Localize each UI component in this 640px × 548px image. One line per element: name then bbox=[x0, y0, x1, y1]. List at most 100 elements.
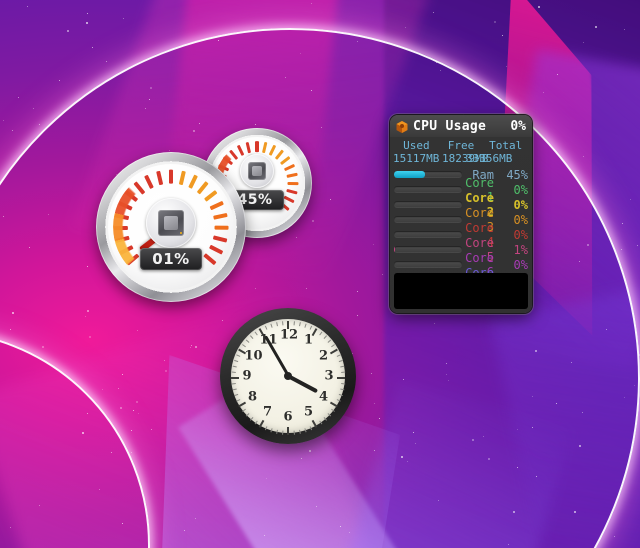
memory-chip-core bbox=[251, 165, 263, 177]
clock-minute-tick bbox=[323, 417, 327, 421]
cpu-core-bar bbox=[394, 261, 462, 268]
clock-minute-tick bbox=[281, 321, 283, 326]
star-dot bbox=[621, 249, 623, 251]
star-dot bbox=[373, 450, 375, 452]
star-dot bbox=[87, 310, 90, 313]
clock-minute-tick bbox=[309, 426, 312, 431]
star-dot bbox=[623, 397, 625, 399]
star-dot bbox=[321, 127, 323, 129]
star-dot bbox=[86, 413, 88, 415]
clock-minute-tick bbox=[309, 325, 312, 330]
clock-minute-tick bbox=[339, 388, 344, 391]
clock-minute-tick bbox=[254, 331, 258, 336]
cpu-core-value: 0% bbox=[513, 212, 528, 227]
cpu-core-value: 0% bbox=[513, 257, 528, 272]
star-dot bbox=[131, 430, 133, 432]
star-dot bbox=[536, 476, 538, 478]
star-dot bbox=[434, 323, 436, 325]
clock-minute-tick bbox=[241, 408, 246, 412]
star-dot bbox=[357, 40, 359, 42]
star-dot bbox=[101, 388, 103, 390]
star-dot bbox=[98, 489, 100, 491]
star-dot bbox=[131, 451, 133, 453]
clock-minute-tick bbox=[318, 420, 322, 425]
package-blocks-icon bbox=[395, 119, 409, 133]
star-dot bbox=[299, 53, 301, 55]
cpu-gauge-readout: 01% bbox=[140, 248, 202, 270]
star-dot bbox=[582, 156, 584, 158]
star-dot bbox=[578, 260, 580, 262]
star-dot bbox=[373, 402, 375, 404]
star-dot bbox=[38, 124, 40, 125]
clock-minute-tick bbox=[330, 408, 335, 412]
star-dot bbox=[122, 18, 124, 20]
cpu-core-bar bbox=[394, 186, 462, 193]
clock-minute-tick bbox=[303, 428, 307, 433]
clock-center-hub bbox=[284, 372, 292, 380]
memory-values: 15117MB 18239MB 33356MB bbox=[390, 152, 532, 165]
star-dot bbox=[487, 458, 490, 461]
clock-numeral: 8 bbox=[247, 389, 257, 404]
clock-minute-tick bbox=[339, 365, 344, 368]
clock-hour-tick bbox=[231, 377, 239, 379]
star-dot bbox=[39, 505, 41, 507]
star-dot bbox=[11, 311, 14, 314]
star-dot bbox=[195, 345, 198, 348]
star-dot bbox=[340, 526, 342, 528]
star-dot bbox=[121, 374, 123, 376]
clock-hour-tick bbox=[311, 419, 318, 428]
star-dot bbox=[218, 40, 220, 42]
cpu-panel-titlebar[interactable]: CPU Usage 0% bbox=[390, 115, 532, 137]
star-dot bbox=[265, 477, 267, 479]
star-dot bbox=[222, 320, 224, 322]
star-dot bbox=[582, 41, 584, 43]
clock-minute-tick bbox=[264, 426, 267, 431]
cpu-gauge-widget[interactable]: 01% bbox=[96, 152, 246, 302]
clock-minute-tick bbox=[340, 383, 345, 385]
ram-gauge-hub bbox=[240, 154, 274, 188]
clock-minute-tick bbox=[303, 323, 307, 328]
clock-numeral: 6 bbox=[283, 409, 293, 425]
star-dot bbox=[622, 223, 624, 225]
star-dot bbox=[445, 362, 447, 364]
star-dot bbox=[516, 467, 518, 469]
memory-total-value: 33356MB bbox=[466, 152, 513, 165]
cpu-panel-graph-area bbox=[394, 273, 528, 309]
clock-minute-tick bbox=[281, 430, 283, 435]
clock-numeral: 5 bbox=[303, 404, 314, 419]
clock-minute-tick bbox=[232, 365, 237, 368]
cpu-core-row: Core 6 0% bbox=[394, 251, 528, 279]
star-dot bbox=[183, 530, 185, 532]
clock-minute-tick bbox=[241, 344, 246, 348]
clock-minute-tick bbox=[235, 354, 240, 357]
clock-minute-tick bbox=[323, 335, 327, 339]
cpu-core-row: Core 5 1% bbox=[394, 236, 528, 264]
star-dot bbox=[433, 11, 435, 13]
star-dot bbox=[254, 287, 256, 289]
clock-minute-tick bbox=[275, 429, 278, 434]
star-dot bbox=[66, 29, 69, 32]
star-dot bbox=[446, 374, 448, 376]
star-dot bbox=[191, 344, 193, 346]
star-dot bbox=[357, 315, 359, 317]
cpu-core-bar-fill bbox=[394, 246, 395, 253]
memory-used-value: 15117MB bbox=[393, 152, 440, 165]
star-dot bbox=[18, 96, 20, 98]
star-dot bbox=[507, 543, 509, 545]
star-dot bbox=[195, 517, 197, 519]
star-dot bbox=[579, 445, 582, 448]
clock-minute-tick bbox=[298, 429, 301, 434]
clock-numeral: 7 bbox=[262, 404, 273, 419]
clock-minute-tick bbox=[231, 383, 236, 385]
star-dot bbox=[306, 288, 308, 290]
star-dot bbox=[556, 73, 558, 75]
cpu-core-row: Ram 45% bbox=[394, 167, 528, 182]
clock-minute-tick bbox=[293, 430, 295, 435]
star-dot bbox=[330, 199, 332, 201]
analog-clock-widget[interactable]: 121234567891011 bbox=[220, 308, 356, 444]
gauge-widget-group: 45% 01% bbox=[96, 128, 316, 302]
star-dot bbox=[144, 108, 146, 110]
clock-numeral: 10 bbox=[244, 348, 263, 363]
cpu-usage-panel[interactable]: CPU Usage 0% Used Free Total 15117MB 182… bbox=[390, 115, 532, 313]
star-dot bbox=[373, 243, 375, 245]
